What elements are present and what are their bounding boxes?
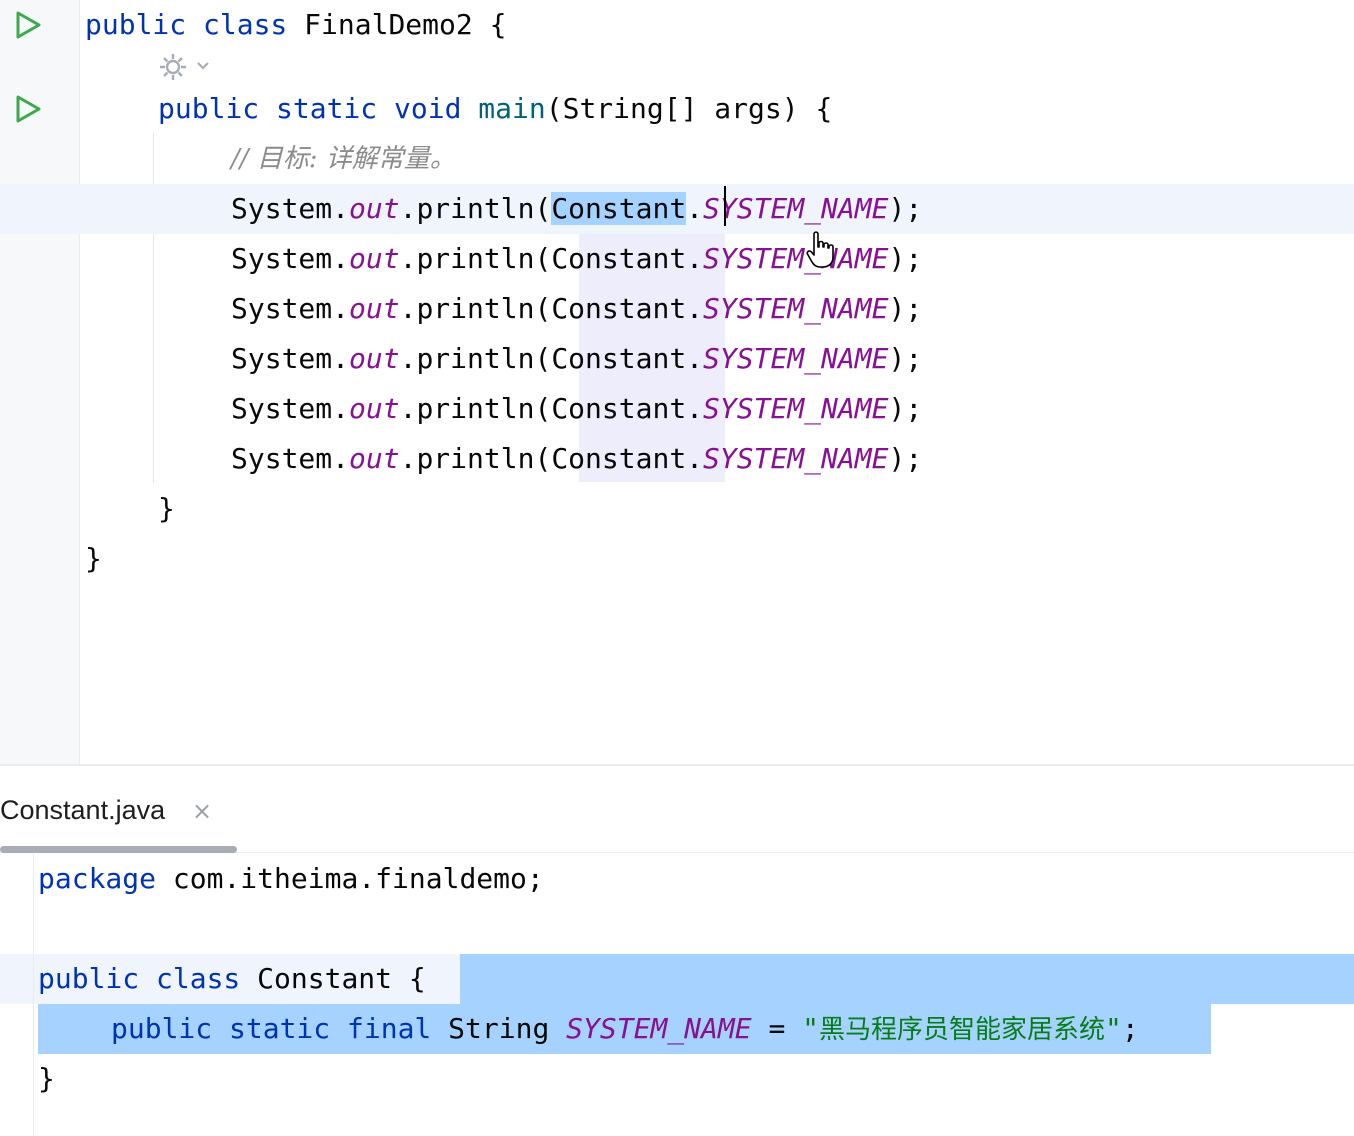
close-icon[interactable]: × [192,794,212,828]
editor-tab-bar: Constant.java × [0,766,1354,853]
gutter-divider [79,0,80,764]
code-line[interactable]: System.out.println(Constant.SYSTEM_NAME)… [0,284,922,334]
class-name[interactable]: Constant [240,962,409,995]
println-call: .println( [399,442,552,475]
package-name: com.itheima.finaldemo; [156,862,544,895]
dot: . [686,242,704,275]
hand-cursor-icon [806,230,836,270]
code-line[interactable]: System.out.println(Constant.SYSTEM_NAME)… [0,434,922,484]
method-name[interactable]: main [478,92,545,125]
constant-editor-pane[interactable]: Constant.java × package com.itheima.fina… [0,766,1354,1136]
constant-field[interactable]: SYSTEM_NAME [703,292,888,325]
constant-field[interactable]: SYSTEM_NAME [703,442,888,475]
out-field[interactable]: out [349,192,400,225]
selected-class-ref[interactable]: Constant [551,192,687,225]
out-field[interactable]: out [349,342,400,375]
class-name[interactable]: FinalDemo2 [304,8,473,41]
gutter-divider [33,854,34,1136]
out-field[interactable]: out [349,242,400,275]
keyword: public static final [111,1012,432,1045]
brace: } [85,542,102,575]
params: (String[] args) [545,92,799,125]
dot: . [686,442,704,475]
chevron-down-icon [197,62,209,70]
string-literal: 黑马程序员智能家居系统 [819,1015,1106,1045]
main-editor-pane[interactable]: public class FinalDemo2 { public static … [0,0,1354,764]
active-tab-indicator [0,846,237,853]
constant-field[interactable]: SYSTEM_NAME [703,242,888,275]
assign-op: = [751,1012,803,1045]
brace: } [158,492,175,525]
constant-field[interactable]: SYSTEM_NAME [703,392,888,425]
code-line[interactable]: } [0,484,175,534]
tab-label[interactable]: Constant.java [0,795,165,825]
code-line[interactable]: package com.itheima.finaldemo; [0,854,1354,904]
brace: { [408,962,426,995]
code-line[interactable]: // 目标: 详解常量。 [0,134,456,184]
system-ref: System. [231,192,350,225]
code-line[interactable]: public class FinalDemo2 { [0,0,506,50]
code-vision-hint[interactable] [158,50,218,84]
statement-end: ); [888,442,923,475]
code-line[interactable]: } [0,534,102,584]
class-ref[interactable]: Constant [551,392,686,425]
string-quote: " [802,1012,820,1045]
keyword: public class [38,962,241,995]
code-line[interactable]: System.out.println(Constant.SYSTEM_NAME)… [0,234,922,284]
statement-end: ); [888,292,923,325]
text-caret [724,186,726,226]
code-line[interactable]: System.out.println(Constant.SYSTEM_NAME)… [0,384,922,434]
constant-declaration[interactable]: SYSTEM_NAME [566,1012,751,1045]
class-ref[interactable]: Constant [551,242,686,275]
dot: . [686,392,704,425]
code-line-current[interactable]: System.out.println(Constant.SYSTEM_NAME)… [0,184,1354,234]
statement-end: ; [1121,1012,1139,1045]
statement-end: ); [888,242,923,275]
statement-end: ); [888,392,923,425]
system-ref: System. [231,292,350,325]
keyword: package [38,862,157,895]
println-call: .println( [399,192,552,225]
statement-end: ); [888,192,923,225]
comment: // 目标: 详解常量。 [231,144,456,174]
code-line[interactable]: } [0,1054,1354,1104]
keyword: public class [85,8,288,41]
class-ref[interactable]: Constant [551,342,686,375]
out-field[interactable]: out [349,392,400,425]
println-call: .println( [399,342,552,375]
tab-constant-java[interactable]: Constant.java [0,784,165,836]
brace: { [489,8,507,41]
code-line[interactable]: System.out.println(Constant.SYSTEM_NAME)… [0,334,922,384]
code-line[interactable]: public static void main(String[] args) { [0,84,832,134]
gear-icon [160,54,186,80]
brace: { [815,92,833,125]
code-line[interactable]: public class Constant { [0,954,1354,1004]
system-ref: System. [231,442,350,475]
dot: . [686,192,704,225]
string-quote: " [1105,1012,1122,1045]
code-line[interactable]: public static final String SYSTEM_NAME =… [0,1004,1354,1054]
statement-end: ); [888,342,923,375]
system-ref: System. [231,242,350,275]
system-ref: System. [231,392,350,425]
out-field[interactable]: out [349,442,400,475]
type-name: String [431,1012,567,1045]
println-call: .println( [399,392,552,425]
constant-field[interactable]: SYSTEM_NAME [703,342,888,375]
dot: . [686,292,704,325]
class-ref[interactable]: Constant [551,442,686,475]
brace: } [38,1062,55,1095]
constant-field[interactable]: SYSTEM_NAME [703,192,888,225]
println-call: .println( [399,292,552,325]
println-call: .println( [399,242,552,275]
keyword: public static void [158,92,462,125]
dot: . [686,342,704,375]
out-field[interactable]: out [349,292,400,325]
class-ref[interactable]: Constant [551,292,686,325]
selection-highlight [460,954,1354,1004]
system-ref: System. [231,342,350,375]
